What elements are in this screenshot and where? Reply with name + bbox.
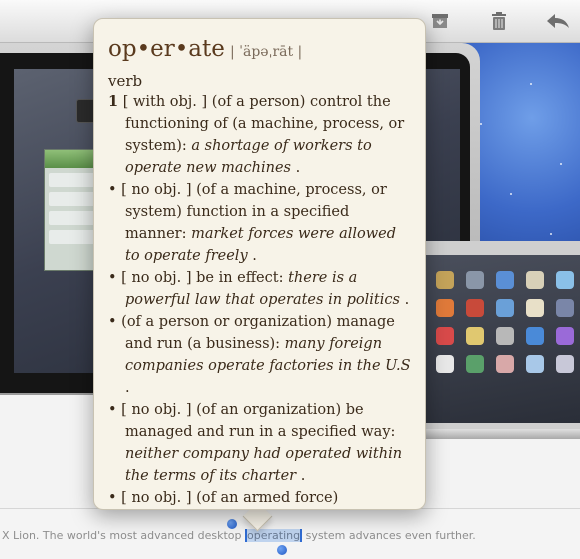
definition-sense: • [ no obj. ] (of an armed force) — [108, 490, 339, 506]
caption-strip: X Lion. The world's most advanced deskto… — [0, 508, 580, 559]
macbook-image — [410, 241, 580, 441]
headword: op•er•ate — [108, 36, 225, 62]
trash-button[interactable] — [484, 8, 514, 34]
pronunciation: | ˈäpəˌrāt | — [229, 44, 303, 60]
part-of-speech: verb — [108, 72, 143, 90]
dictionary-headword-line: op•er•ate | ˈäpəˌrāt | — [108, 33, 413, 65]
reply-button[interactable] — [543, 8, 573, 34]
caption-before: X Lion. The world's most advanced deskto… — [2, 529, 246, 542]
definition-sense: 1 [ with obj. ] (of a person) control th… — [108, 93, 405, 176]
definition-sense: • [ no obj. ] be in effect: there is a p… — [108, 270, 410, 308]
definition-sense: • (of a person or organization) manage a… — [108, 314, 411, 396]
launchpad-icons — [436, 271, 576, 373]
reply-arrow-icon — [547, 14, 569, 28]
selection-end-handle[interactable] — [277, 545, 287, 555]
caption-text[interactable]: X Lion. The world's most advanced deskto… — [2, 529, 476, 542]
selection-start-handle[interactable] — [227, 519, 237, 529]
dictionary-popover: op•er•ate | ˈäpəˌrāt | verb 1 [ with obj… — [93, 18, 426, 510]
trash-icon — [492, 12, 506, 30]
definition-sense: • [ no obj. ] (of a machine, process, or… — [108, 182, 397, 264]
selected-word[interactable]: operating — [245, 529, 303, 542]
dictionary-entry: op•er•ate | ˈäpəˌrāt | verb 1 [ with obj… — [108, 33, 413, 509]
definition-sense: • [ no obj. ] (of an organization) be ma… — [108, 402, 403, 484]
archive-box-icon — [432, 14, 448, 28]
archive-button[interactable] — [425, 8, 455, 34]
usage-example: neither company had operated within the … — [125, 446, 403, 484]
caption-after: system advances even further. — [302, 529, 476, 542]
